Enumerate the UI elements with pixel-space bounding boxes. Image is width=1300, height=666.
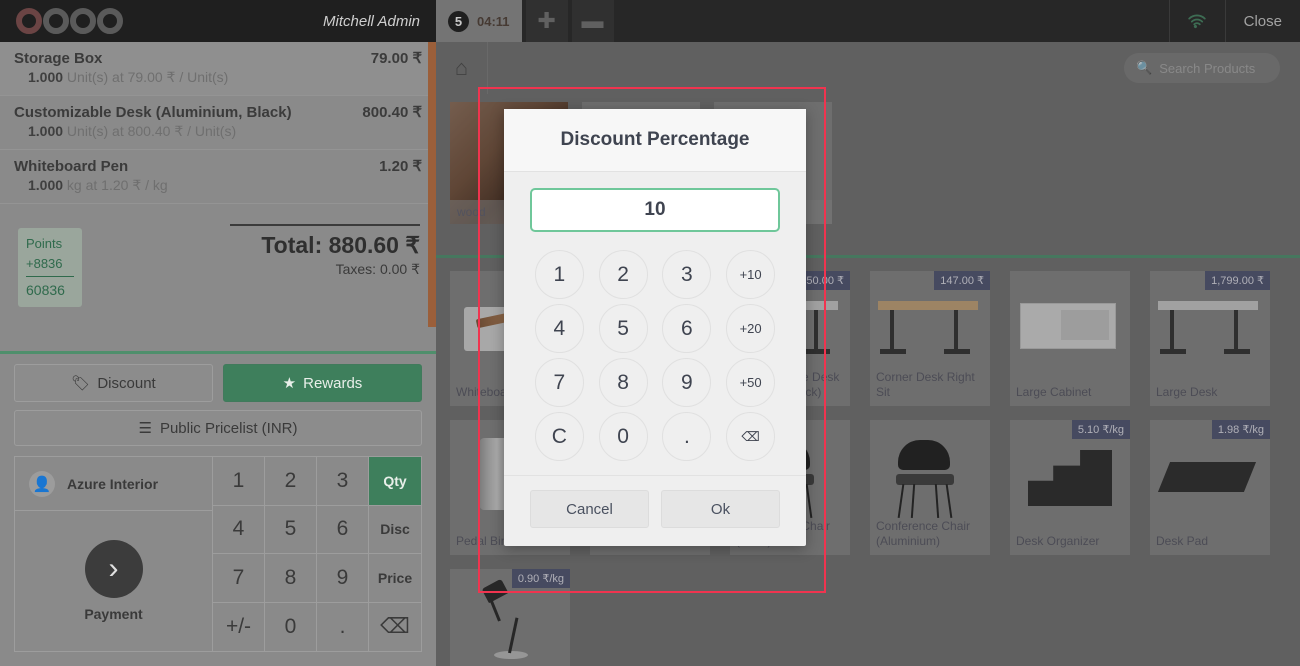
numpad-key-price[interactable]: Price [369,554,421,603]
order-summary: Points +8836 60836 Total: 880.60 ₹ Taxes… [0,204,436,354]
odoo-logo-ring [16,8,42,34]
numpad-key-4[interactable]: 4 [213,505,265,554]
pricelist-button[interactable]: ☰ Public Pricelist (INR) [14,410,422,446]
order-line-name: Whiteboard Pen [14,158,129,175]
order-lines-list: Storage Box 79.00 ₹ 1.000 Unit(s) at 79.00… [0,42,436,327]
customer-name: Azure Interior [67,475,159,492]
dialog-key-+20[interactable]: +20 [726,304,776,353]
tag-icon: 🏷 [71,375,91,392]
order-line-name: Customizable Desk (Aluminium, Black) [14,104,292,121]
dialog-key-4[interactable]: 4 [534,304,584,353]
numpad-key-0[interactable]: 0 [265,602,317,651]
customer-button[interactable]: 👤 Azure Interior [15,457,212,511]
order-scrollbar[interactable] [428,42,436,327]
pricelist-row: ☰ Public Pricelist (INR) [0,402,436,456]
odoo-logo-ring [43,8,69,34]
numpad-key-[interactable]: +/- [213,602,265,651]
order-line-detail: 1.000 Unit(s) at 800.40 ₹ / Unit(s) [28,123,237,139]
dialog-key-[interactable]: ⌫ [726,412,776,461]
loyalty-points-box: Points +8836 60836 [18,228,82,307]
order-line-detail: 1.000 Unit(s) at 79.00 ₹ / Unit(s) [28,69,229,85]
dialog-key-1[interactable]: 1 [534,250,584,299]
order-totals: Total: 880.60 ₹ Taxes: 0.00 ₹ [230,224,420,278]
dialog-key-[interactable]: . [662,412,712,461]
current-user-label[interactable]: Mitchell Admin [323,13,420,30]
numpad-key-7[interactable]: 7 [213,554,265,603]
order-taxes-amount: Taxes: 0.00 ₹ [335,261,420,277]
star-icon: ★ [282,375,297,392]
points-label: Points [26,236,63,251]
numpad-key-[interactable]: ⌫ [369,603,421,652]
odoo-logo-ring [97,8,123,34]
dialog-key-6[interactable]: 6 [662,304,712,353]
order-line-name: Storage Box [14,50,103,67]
odoo-topbar: Mitchell Admin [0,0,436,42]
cancel-button[interactable]: Cancel [530,490,649,528]
dialog-key-c[interactable]: C [534,412,584,461]
dialog-numpad: 1 2 3 +10 4 5 6 +20 7 8 9 +50 C 0. ⌫ [504,242,806,475]
numpad-key-qty[interactable]: Qty [369,457,421,506]
numpad-key-[interactable]: . [317,602,369,651]
pricelist-button-label: Public Pricelist (INR) [159,419,298,437]
numpad-key-9[interactable]: 9 [317,554,369,603]
dialog-key-8[interactable]: 8 [598,358,648,407]
dialog-key-2[interactable]: 2 [598,250,648,299]
customer-payment-column: 👤 Azure Interior › Payment [14,456,212,652]
chevron-right-icon: › [84,540,143,598]
order-line-price: 79.00 ₹ [370,50,422,67]
order-line-price: 1.20 ₹ [379,158,422,175]
user-icon: 👤 [29,470,55,497]
dialog-key-3[interactable]: 3 [662,250,712,299]
order-line[interactable]: Customizable Desk (Aluminium, Black) 800.… [0,96,436,150]
order-line-detail: 1.000 kg at 1.20 ₹ / kg [28,177,168,193]
odoo-logo[interactable] [16,8,123,34]
numpad-key-3[interactable]: 3 [317,457,369,506]
discount-value-input[interactable]: 10 [530,188,780,232]
order-panel: Mitchell Admin Storage Box 79.00 ₹ 1.000 U… [0,0,436,666]
numpad-key-6[interactable]: 6 [317,505,369,554]
dialog-key-7[interactable]: 7 [534,358,584,407]
numpad-key-8[interactable]: 8 [265,554,317,603]
dialog-title: Discount Percentage [560,129,750,150]
order-line-price: 800.40 ₹ [362,104,422,121]
points-total: 60836 [26,282,65,298]
dialog-key-5[interactable]: 5 [598,304,648,353]
numpad-key-1[interactable]: 1 [213,457,265,506]
list-icon: ☰ [138,420,152,437]
numpad-key-2[interactable]: 2 [265,457,317,506]
payment-button[interactable]: › Payment [15,511,212,651]
numpad-key-disc[interactable]: Disc [369,506,421,554]
order-line[interactable]: Whiteboard Pen 1.20 ₹ 1.000 kg at 1.20 ₹ /… [0,150,436,204]
numpad-key-5[interactable]: 5 [265,505,317,554]
rewards-button-label: Rewards [303,374,363,392]
pos-screen: Mitchell Admin Storage Box 79.00 ₹ 1.000 U… [0,0,1300,666]
order-line[interactable]: Storage Box 79.00 ₹ 1.000 Unit(s) at 79.00… [0,42,436,96]
order-actions-area: 👤 Azure Interior › Payment 1 2 3 Qty 4 5 6 Disc… [0,456,436,666]
discount-button-label: Discount [97,374,156,392]
dialog-key-+50[interactable]: +50 [726,358,776,407]
promo-buttons-row: 🏷 Discount ★ Rewards [0,354,436,402]
discount-button[interactable]: 🏷 Discount [14,364,213,402]
order-total-amount: Total: 880.60 ₹ [261,232,420,258]
points-earned: +8836 [26,255,63,271]
ok-button[interactable]: Ok [661,490,780,528]
order-numpad: 1 2 3 Qty 4 5 6 Disc 7 8 9 Price +/- 0. ⌫ [212,456,422,652]
dialog-header: Discount Percentage [504,109,806,172]
rewards-button[interactable]: ★ Rewards [223,364,422,402]
dialog-body: 10 [504,172,806,242]
odoo-logo-ring [70,8,96,34]
discount-percentage-dialog: Discount Percentage 10 1 2 3 +10 4 5 6 +20 7 8 9 +5… [504,109,806,546]
dialog-key-9[interactable]: 9 [662,358,712,407]
dialog-key-+10[interactable]: +10 [726,250,776,299]
dialog-key-0[interactable]: 0 [598,412,648,461]
dialog-footer: Cancel Ok [504,475,806,546]
payment-button-label: Payment [84,606,143,622]
